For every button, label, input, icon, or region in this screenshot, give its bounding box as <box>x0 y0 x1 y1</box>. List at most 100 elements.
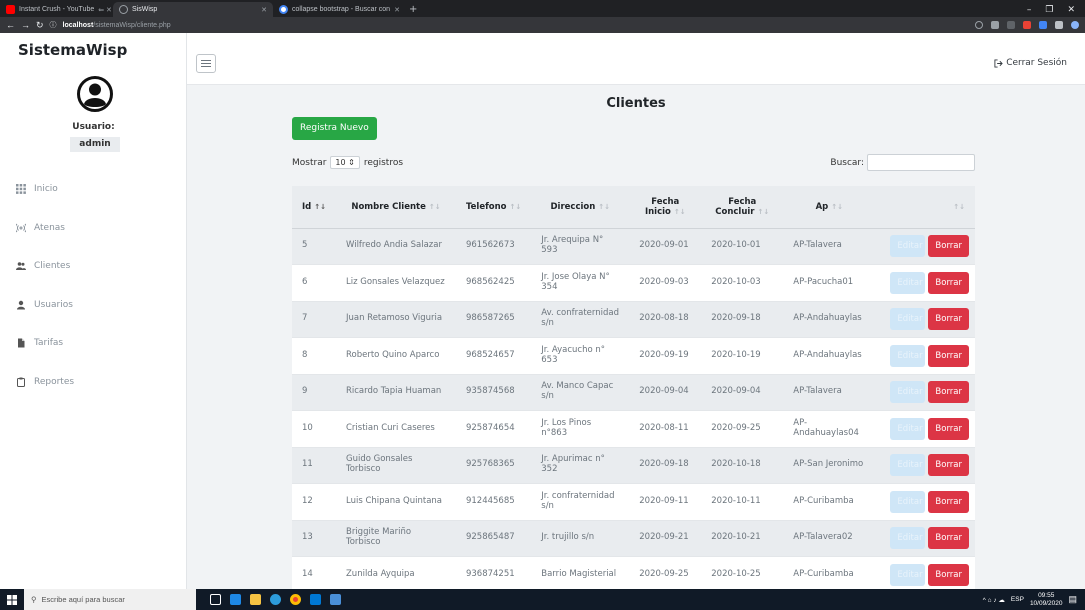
table-body: 5 Wilfredo Andia Salazar 961562673 Jr. Areq… <box>292 227 975 593</box>
sidebar-item-reportes[interactable]: Reportes <box>0 363 187 402</box>
cell-ap: AP-Talavera02 <box>783 519 876 557</box>
extension-icon[interactable] <box>1023 21 1031 29</box>
delete-button[interactable]: Borrar <box>928 527 969 550</box>
sidebar-item-label: Clientes <box>34 261 71 272</box>
delete-button[interactable]: Borrar <box>928 235 969 258</box>
app-icon[interactable] <box>330 594 341 605</box>
row-actions: Editar Borrar <box>885 527 969 550</box>
delete-button[interactable]: Borrar <box>928 271 969 294</box>
vscode-icon[interactable] <box>310 594 321 605</box>
add-client-button[interactable]: Registra Nuevo <box>292 117 377 140</box>
windows-taskbar: ⚲ Escribe aquí para buscar ^ ⌂ ♪ ☁ ESP 0… <box>0 589 1085 610</box>
star-icon[interactable] <box>991 21 999 29</box>
cell-ap: AP-Andahuaylas <box>783 300 876 338</box>
delete-button[interactable]: Borrar <box>928 564 969 586</box>
column-label: Ap <box>815 201 829 212</box>
column-header-direccion[interactable]: Direccion ↑↓ <box>531 186 630 229</box>
url-field[interactable]: localhost/sistemaWisp/cliente.php <box>63 22 171 29</box>
delete-button[interactable]: Borrar <box>928 344 969 367</box>
edit-button[interactable]: Editar <box>890 454 926 477</box>
column-header-nombre[interactable]: Nombre Cliente ↑↓ <box>335 186 456 229</box>
delete-button[interactable]: Borrar <box>928 308 969 331</box>
clock[interactable]: 09:55 10/09/2020 <box>1030 592 1063 608</box>
cell-fecha-inicio: 2020-09-18 <box>629 446 702 484</box>
browser-tab-siswisp[interactable]: SisWisp ✕ <box>113 2 273 17</box>
edit-button[interactable]: Editar <box>890 527 926 550</box>
brand-title[interactable]: SistemaWisp <box>18 41 127 59</box>
file-explorer-icon[interactable] <box>250 594 261 605</box>
browser-tab-youtube[interactable]: Instant Crush - YouTube ⇐ ✕ <box>0 2 113 17</box>
cell-telefono: 936874251 <box>455 556 532 593</box>
language-indicator[interactable]: ESP <box>1011 596 1024 603</box>
edit-button[interactable]: Editar <box>890 564 926 586</box>
column-label: Nombre Cliente <box>351 201 426 212</box>
edit-button[interactable]: Editar <box>890 235 926 258</box>
table-search: Buscar: <box>830 154 975 171</box>
cell-actions: Editar Borrar <box>875 410 975 447</box>
edit-button[interactable]: Editar <box>890 490 926 513</box>
delete-button[interactable]: Borrar <box>928 381 969 404</box>
close-window-icon[interactable]: ✕ <box>1067 5 1075 15</box>
cell-nombre: Liz Gonsales Velazquez <box>335 264 456 301</box>
user-avatar-icon <box>77 76 113 112</box>
extension-icon[interactable] <box>1007 21 1015 29</box>
column-header-actions[interactable]: ↑↓ <box>875 186 975 229</box>
cell-telefono: 961562673 <box>455 227 532 265</box>
back-icon[interactable]: ← <box>6 20 15 30</box>
column-header-fecha-inicio[interactable]: Fecha Inicio ↑↓ <box>629 186 702 229</box>
column-header-fecha-concluir[interactable]: Fecha Concluir ↑↓ <box>701 186 784 229</box>
chrome-icon[interactable] <box>290 594 301 605</box>
row-actions: Editar Borrar <box>885 417 969 440</box>
edit-button[interactable]: Editar <box>890 344 926 367</box>
sidebar-item-tarifas[interactable]: Tarifas <box>0 324 187 363</box>
close-icon[interactable]: ✕ <box>261 6 267 14</box>
sort-icon: ↑↓ <box>757 207 770 216</box>
close-icon[interactable]: ⇐ ✕ <box>98 6 112 14</box>
cell-nombre: Wilfredo Andia Salazar <box>335 227 456 265</box>
column-header-id[interactable]: Id ↑↓ <box>292 186 336 229</box>
minimize-icon[interactable]: – <box>1027 5 1032 15</box>
column-header-ap[interactable]: Ap ↑↓ <box>783 186 876 229</box>
close-icon[interactable]: ✕ <box>394 6 400 14</box>
hamburger-icon <box>201 63 211 64</box>
forward-icon[interactable]: → <box>21 20 30 30</box>
app-icon[interactable] <box>230 594 241 605</box>
task-view-icon[interactable] <box>210 594 221 605</box>
start-button[interactable] <box>0 589 24 610</box>
cell-id: 11 <box>292 446 336 484</box>
delete-button[interactable]: Borrar <box>928 490 969 513</box>
taskbar-search-input[interactable]: ⚲ Escribe aquí para buscar <box>24 589 196 610</box>
puzzle-icon[interactable] <box>1055 21 1063 29</box>
tray-icons[interactable]: ^ ⌂ ♪ ☁ <box>983 596 1005 604</box>
sidebar-item-inicio[interactable]: Inicio <box>0 170 187 209</box>
info-icon[interactable]: ⓘ <box>50 20 57 30</box>
new-tab-button[interactable]: + <box>403 2 423 17</box>
page-length-select[interactable]: 10 ⇕ <box>330 156 360 169</box>
cell-nombre: Guido Gonsales Torbisco <box>335 446 456 484</box>
search-input[interactable] <box>867 154 975 171</box>
profile-icon[interactable] <box>1071 21 1079 29</box>
delete-button[interactable]: Borrar <box>928 454 969 477</box>
notifications-icon[interactable]: ▤ <box>1068 594 1077 605</box>
sidebar-item-usuarios[interactable]: Usuarios <box>0 286 187 325</box>
taskbar-search-placeholder: Escribe aquí para buscar <box>41 595 125 604</box>
delete-button[interactable]: Borrar <box>928 417 969 440</box>
sidebar-item-clientes[interactable]: Clientes <box>0 247 187 286</box>
sidebar-toggle-button[interactable] <box>196 54 216 73</box>
edit-button[interactable]: Editar <box>890 381 926 404</box>
page-length-control: Mostrar 10 ⇕ registros <box>292 156 403 169</box>
edit-button[interactable]: Editar <box>890 308 926 331</box>
logout-label: Cerrar Sesión <box>1006 58 1067 68</box>
maximize-icon[interactable]: ❐ <box>1045 5 1053 15</box>
sidebar-item-atenas[interactable]: Atenas <box>0 209 187 248</box>
zoom-icon[interactable] <box>975 21 983 29</box>
extension-icon[interactable] <box>1039 21 1047 29</box>
column-header-telefono[interactable]: Telefono ↑↓ <box>455 186 532 229</box>
edit-button[interactable]: Editar <box>890 271 926 294</box>
logout-link[interactable]: Cerrar Sesión <box>994 58 1067 68</box>
reload-icon[interactable]: ↻ <box>36 20 44 31</box>
cell-ap: AP-Curibamba <box>783 556 876 593</box>
edge-icon[interactable] <box>270 594 281 605</box>
browser-tab-google[interactable]: collapse bootstrap - Buscar con ✕ <box>273 2 403 17</box>
edit-button[interactable]: Editar <box>890 417 926 440</box>
